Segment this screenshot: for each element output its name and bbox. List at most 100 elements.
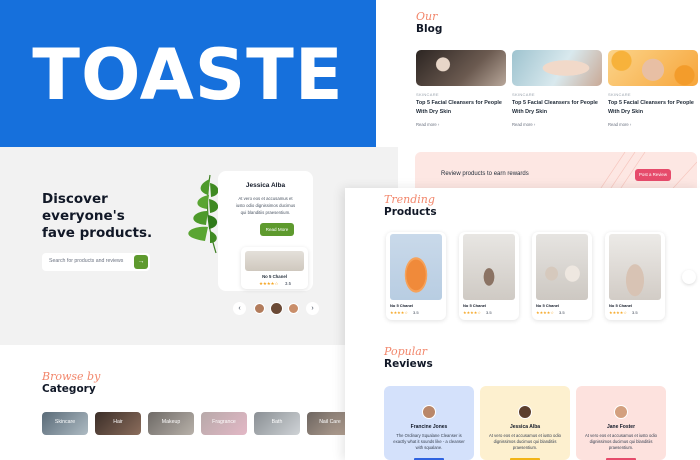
product-card[interactable]: No 5 Chanel ★★★★☆ 3.5 — [532, 232, 592, 320]
rating-value: 3.5 — [285, 281, 291, 286]
read-more-link[interactable]: Read more › — [512, 122, 602, 127]
blog-category: SKINCARE — [512, 92, 535, 97]
products-title: Products — [384, 206, 437, 218]
arrow-right-icon: → — [137, 258, 145, 265]
product-name: No 5 Chanel — [536, 303, 560, 308]
blog-heading: Our Blog — [416, 10, 443, 36]
blog-image — [416, 50, 506, 86]
category-title: Category — [42, 383, 96, 395]
category-label: Skincare — [54, 419, 76, 425]
category-tile-fragrance[interactable]: Fragrance — [201, 412, 247, 435]
reviews-heading: Popular Reviews — [384, 345, 433, 371]
product-mini-card[interactable]: No 5 Chanel ★★★★☆ 3.5 — [241, 247, 308, 289]
reviewer-name: Jane Foster — [606, 424, 636, 430]
search-submit-button[interactable]: → — [134, 255, 148, 269]
blog-card[interactable]: SKINCARE Top 5 Facial Cleansers for Peop… — [512, 50, 602, 127]
product-name: No 5 Chanel — [262, 274, 287, 279]
hero-headline-line: Discover — [42, 191, 108, 207]
category-heading: Browse by Category — [42, 370, 101, 396]
reviews-title: Reviews — [384, 358, 433, 370]
logo-wordmark: TOASTE — [32, 34, 344, 116]
star-rating: ★★★★☆ — [536, 310, 554, 315]
search-placeholder: Search for products and reviews — [49, 258, 124, 264]
product-name: No 5 Chanel — [390, 303, 414, 308]
products-heading: Trending Products — [384, 193, 437, 219]
category-section: Browse by Category Skincare Hair Makeup … — [0, 345, 360, 460]
category-tile-hair[interactable]: Hair — [95, 412, 141, 435]
post-review-button[interactable]: Post a Review — [635, 169, 671, 181]
next-arrow-button[interactable]: › — [306, 302, 319, 315]
category-label: Makeup — [161, 419, 181, 425]
blog-post-title[interactable]: Top 5 Facial Cleansers for People With D… — [416, 99, 506, 117]
hero-section: Discover everyone's fave products. Searc… — [0, 147, 398, 345]
category-tile-skincare[interactable]: Skincare — [42, 412, 88, 435]
chevron-left-icon: ‹ — [238, 305, 241, 312]
product-image — [245, 251, 304, 271]
star-rating: ★★★★☆ — [609, 310, 627, 315]
blog-card[interactable]: SKINCARE Top 5 Facial Cleansers for Peop… — [416, 50, 506, 127]
reward-text: Review products to earn rewards — [441, 171, 529, 177]
star-rating: ★★★★☆ — [463, 310, 481, 315]
category-script-label: Browse by — [42, 370, 101, 383]
read-more-link[interactable]: Read more › — [416, 122, 506, 127]
products-script-label: Trending — [384, 193, 435, 206]
category-label: Hair — [113, 419, 123, 425]
product-image — [536, 234, 588, 300]
product-name: No 5 Chanel — [609, 303, 633, 308]
category-tile-bath[interactable]: Bath — [254, 412, 300, 435]
category-label: Bath — [271, 419, 283, 425]
blog-category: SKINCARE — [416, 92, 439, 97]
star-rating: ★★★★☆ — [259, 281, 279, 286]
hero-headline-line: everyone's — [42, 208, 125, 224]
avatar — [518, 405, 532, 419]
chevron-right-icon: › — [311, 305, 314, 312]
product-card[interactable]: No 5 Chanel ★★★★☆ 3.5 — [459, 232, 519, 320]
blog-script-label: Our — [416, 10, 438, 23]
blog-image — [512, 50, 602, 86]
logo-panel: TOASTE — [0, 0, 376, 147]
category-tile-makeup[interactable]: Makeup — [148, 412, 194, 435]
category-label: Fragrance — [212, 419, 236, 425]
reviews-script-label: Popular — [384, 345, 428, 358]
review-text: At vero eos et accusamus et iusto odio d… — [235, 196, 296, 215]
star-rating: ★★★★☆ — [390, 310, 408, 315]
product-card[interactable]: No 5 Chanel ★★★★☆ 3.5 — [386, 232, 446, 320]
product-image — [390, 234, 442, 300]
product-name: No 5 Chanel — [463, 303, 487, 308]
avatar[interactable] — [270, 302, 283, 315]
avatar[interactable] — [254, 303, 265, 314]
rating-value: 3.5 — [559, 310, 565, 315]
blog-image — [608, 50, 698, 86]
read-more-link[interactable]: Read more › — [608, 122, 698, 127]
blog-title: Blog — [416, 23, 443, 35]
blog-card[interactable]: SKINCARE Top 5 Facial Cleansers for Peop… — [608, 50, 698, 127]
review-text: At vero eos et accusamus et iusto odio d… — [585, 433, 657, 451]
rating-value: 3.5 — [413, 310, 419, 315]
review-text: At vero eos et accusamus et iusto odio d… — [489, 433, 561, 451]
rating-value: 3.5 — [486, 310, 492, 315]
blog-post-title[interactable]: Top 5 Facial Cleansers for People With D… — [608, 99, 698, 117]
hero-headline-line: fave products. — [42, 225, 153, 241]
avatar — [422, 405, 436, 419]
review-card: Jane Foster At vero eos et accusamus et … — [576, 386, 666, 460]
rating-value: 3.5 — [632, 310, 638, 315]
hero-headline: Discover everyone's fave products. — [42, 191, 172, 242]
blog-post-title[interactable]: Top 5 Facial Cleansers for People With D… — [512, 99, 602, 117]
blog-category: SKINCARE — [608, 92, 631, 97]
avatar[interactable] — [288, 303, 299, 314]
product-card[interactable]: No 5 Chanel ★★★★☆ 3.5 — [605, 232, 665, 320]
blog-section: Our Blog SKINCARE Top 5 Facial Cleansers… — [376, 0, 700, 150]
products-section: Trending Products No 5 Chanel ★★★★☆ 3.5 … — [345, 188, 700, 460]
plant-leaf-icon — [188, 174, 219, 254]
product-image — [609, 234, 661, 300]
reviewer-name: Jessica Alba — [245, 182, 286, 189]
review-text: The Ordinary Squalane Cleanser is exactl… — [393, 433, 465, 451]
read-more-button[interactable]: Read More — [260, 223, 294, 236]
reviewer-name: Francine Jones — [410, 424, 448, 430]
prev-arrow-button[interactable]: ‹ — [233, 302, 246, 315]
review-card: Jessica Alba At vero eos et accusamus et… — [480, 386, 570, 460]
search-input[interactable]: Search for products and reviews → — [42, 253, 150, 271]
avatar — [614, 405, 628, 419]
products-next-button[interactable] — [682, 270, 696, 284]
product-image — [463, 234, 515, 300]
